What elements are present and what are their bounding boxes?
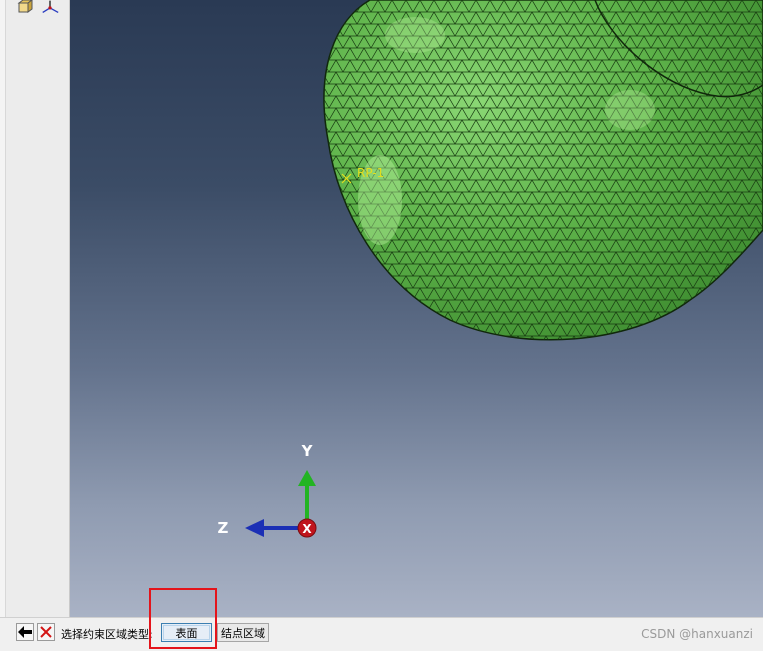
cancel-button[interactable] xyxy=(37,623,55,641)
z-axis-label: Z xyxy=(218,519,229,537)
model-viewport[interactable]: RP-1 Y Z X xyxy=(70,0,763,617)
prompt-text: 选择约束区域类型: xyxy=(61,628,153,641)
arrow-left-icon xyxy=(18,626,32,638)
axis-triad-icon[interactable] xyxy=(40,0,60,14)
y-axis-label: Y xyxy=(301,442,314,460)
reference-point-label: RP-1 xyxy=(357,166,385,180)
node-region-button[interactable]: 结点区域 xyxy=(217,623,269,642)
view-triad: Y Z X xyxy=(218,442,317,538)
view-cube-icon[interactable] xyxy=(16,0,36,14)
left-panel xyxy=(0,0,70,617)
watermark: CSDN @hanxuanzi xyxy=(641,627,753,641)
left-panel-inner xyxy=(5,0,69,617)
cancel-x-icon xyxy=(40,626,52,638)
x-axis-label: X xyxy=(302,522,312,536)
back-button[interactable] xyxy=(16,623,34,641)
highlight-annotation xyxy=(149,588,217,649)
